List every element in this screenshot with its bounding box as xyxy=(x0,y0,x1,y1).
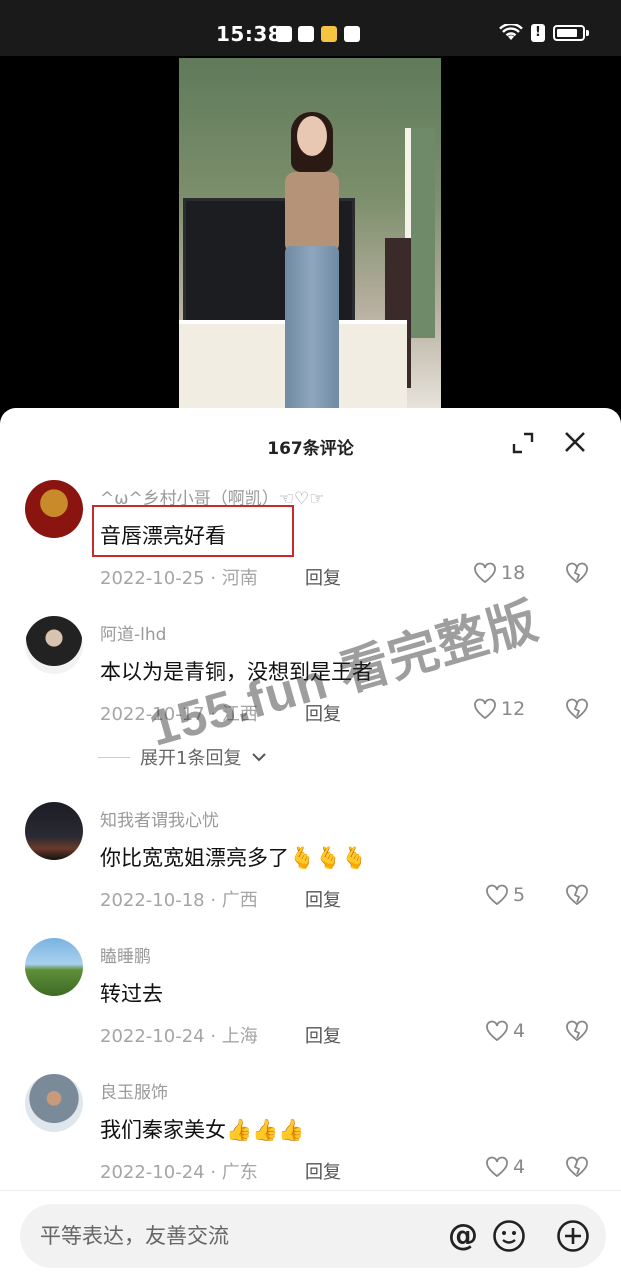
comment-date-location: 2022-10-24 · 广东 xyxy=(100,1162,258,1183)
status-time: 15:38 xyxy=(216,22,283,46)
like-button[interactable]: 12 xyxy=(473,698,525,720)
broken-heart-icon[interactable] xyxy=(565,1156,589,1178)
comment-date-location: 2022-10-24 · 上海 xyxy=(100,1026,258,1047)
video-frame[interactable] xyxy=(179,58,441,410)
battery-icon xyxy=(553,25,589,41)
heart-icon xyxy=(486,1020,508,1042)
alert-icon: ! xyxy=(531,24,545,42)
emoji-icon[interactable] xyxy=(492,1219,526,1253)
heart-icon xyxy=(474,698,496,720)
app-notification-icon xyxy=(298,26,314,42)
like-count: 4 xyxy=(513,1020,526,1042)
broken-heart-icon[interactable] xyxy=(565,698,589,720)
comment-username[interactable]: 知我者谓我心忧 xyxy=(100,806,219,831)
avatar[interactable] xyxy=(25,938,83,996)
close-icon[interactable] xyxy=(564,431,586,453)
heart-icon xyxy=(474,562,496,584)
mention-button[interactable]: @ xyxy=(446,1219,480,1253)
status-bar: 15:38 ! xyxy=(0,0,621,56)
broken-heart-icon[interactable] xyxy=(565,884,589,906)
divider-line xyxy=(98,756,130,758)
avatar[interactable] xyxy=(25,480,83,538)
dancer xyxy=(279,112,345,410)
comment-username[interactable]: 良玉服饰 xyxy=(100,1078,168,1103)
heart-icon xyxy=(486,884,508,906)
highlight-box xyxy=(92,505,294,557)
message-notification-icon xyxy=(321,26,337,42)
avatar[interactable] xyxy=(25,802,83,860)
avatar[interactable] xyxy=(25,616,83,674)
like-count: 5 xyxy=(513,884,526,906)
reply-button[interactable]: 回复 xyxy=(305,1158,341,1184)
like-count: 12 xyxy=(501,698,526,720)
wifi-icon xyxy=(499,24,523,40)
reply-button[interactable]: 回复 xyxy=(305,564,341,590)
comment-input-pill[interactable]: @ xyxy=(20,1204,606,1268)
comments-sheet: 167条评论 ^ω^乡村小哥（啊凯）☜♡☞ 音唇漂亮好看 2022-10-25 … xyxy=(0,408,621,1280)
like-button[interactable]: 4 xyxy=(485,1156,525,1178)
chevron-down-icon xyxy=(252,753,267,762)
comment-username[interactable]: 瞌睡鹏 xyxy=(100,942,151,967)
like-button[interactable]: 18 xyxy=(473,562,525,584)
like-button[interactable]: 5 xyxy=(485,884,525,906)
like-button[interactable]: 4 xyxy=(485,1020,525,1042)
reply-button[interactable]: 回复 xyxy=(305,1022,341,1048)
comment-date-location: 2022-10-18 · 广西 xyxy=(100,890,258,911)
video-player[interactable] xyxy=(0,56,621,410)
comment-date-location: 2022-10-25 · 河南 xyxy=(100,568,258,589)
heart-icon xyxy=(486,1156,508,1178)
comment-username[interactable]: 阿道-lhd xyxy=(100,620,166,645)
like-count: 4 xyxy=(513,1156,526,1178)
reply-button[interactable]: 回复 xyxy=(305,886,341,912)
comment-text: 你比宽宽姐漂亮多了🫰🫰🫰 xyxy=(100,846,368,870)
upload-notification-icon xyxy=(344,26,360,42)
comment-text: 转过去 xyxy=(100,982,163,1006)
broken-heart-icon[interactable] xyxy=(565,562,589,584)
app-notification-icon xyxy=(276,26,292,42)
expand-icon[interactable] xyxy=(512,432,534,454)
like-count: 18 xyxy=(501,562,526,584)
comment-input[interactable] xyxy=(40,1220,420,1252)
broken-heart-icon[interactable] xyxy=(565,1020,589,1042)
comment-text: 我们秦家美女👍👍👍 xyxy=(100,1118,305,1142)
comment-input-bar: @ xyxy=(0,1190,621,1280)
avatar[interactable] xyxy=(25,1074,83,1132)
plus-icon[interactable] xyxy=(556,1219,590,1253)
